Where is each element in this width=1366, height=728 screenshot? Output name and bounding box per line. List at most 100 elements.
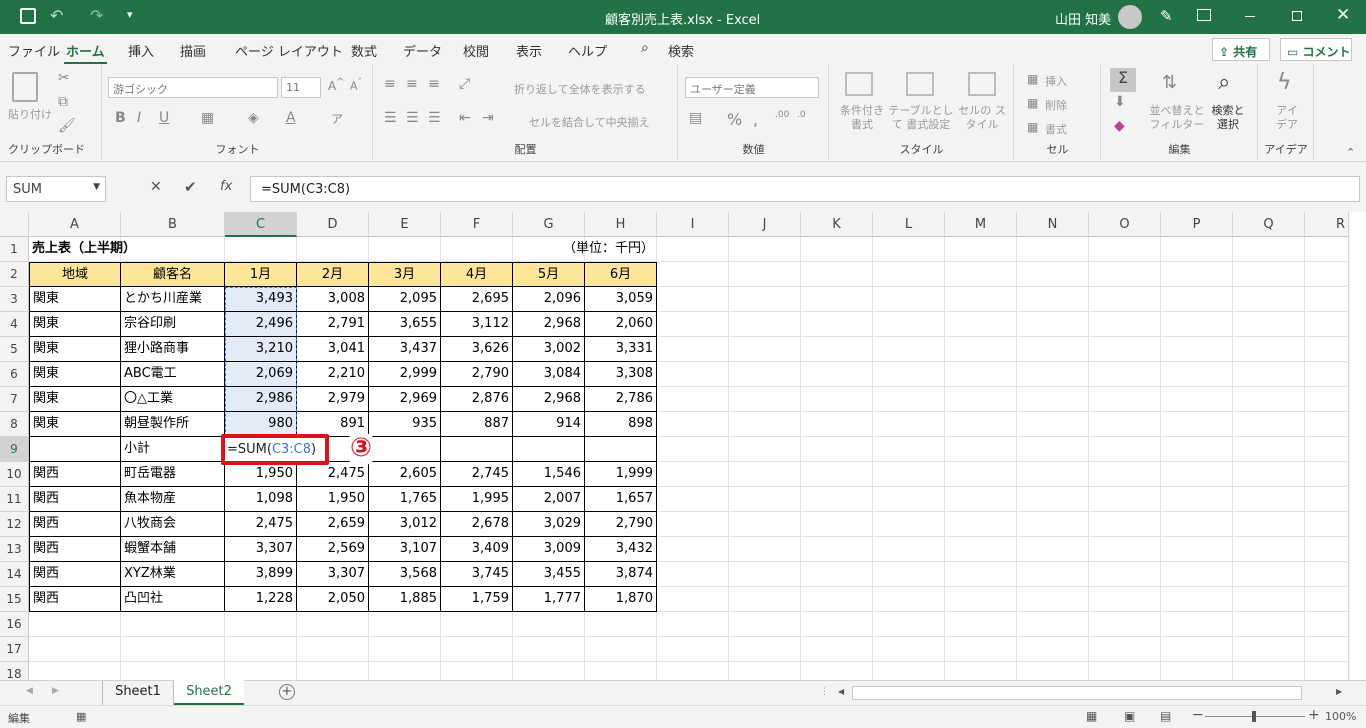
ideas-button[interactable]: アイ デア [1273,104,1301,132]
column-header-p[interactable]: P [1161,212,1233,237]
column-header-b[interactable]: B [121,212,225,237]
split-handle-icon[interactable]: ⋮ [820,687,829,697]
column-header-k[interactable]: K [801,212,873,237]
bold-icon[interactable]: B [115,110,126,126]
value-cell[interactable]: 1,228 [225,587,297,612]
find-select-icon[interactable]: ⌕ [1218,70,1230,95]
value-cell[interactable]: 2,790 [441,362,513,387]
value-cell[interactable]: 1,765 [369,487,441,512]
value-cell[interactable]: 3,059 [585,287,657,312]
customer-cell[interactable]: 魚本物産 [121,487,225,512]
customer-cell[interactable]: 蝦蟹本舗 [121,537,225,562]
fill-icon[interactable]: ⬇ [1114,94,1126,110]
value-cell[interactable]: 2,790 [585,512,657,537]
zoom-level[interactable]: 100% [1325,710,1356,723]
value-cell[interactable]: 3,432 [585,537,657,562]
zoom-out-icon[interactable]: − [1192,707,1204,723]
column-header-i[interactable]: I [657,212,729,237]
region-cell[interactable]: 関西 [29,537,121,562]
value-cell[interactable]: 3,307 [297,562,369,587]
column-header-g[interactable]: G [513,212,585,237]
value-cell[interactable]: 3,041 [297,337,369,362]
wrap-text-button[interactable]: 折り返して全体を表示する [514,81,646,97]
value-cell[interactable]: 2,999 [369,362,441,387]
value-cell[interactable]: 1,759 [441,587,513,612]
row-header-17[interactable]: 17 [0,637,29,662]
customer-cell[interactable]: 町岳電器 [121,462,225,487]
value-cell[interactable]: 3,112 [441,312,513,337]
value-cell[interactable]: 2,496 [225,312,297,337]
format-as-table-button[interactable]: テーブルとして 書式設定 [886,104,956,132]
insert-cells-button[interactable]: 挿入 [1045,73,1067,89]
value-cell[interactable]: 2,678 [441,512,513,537]
column-header-l[interactable]: L [873,212,945,237]
value-cell[interactable]: 3,409 [441,537,513,562]
value-cell[interactable]: 2,050 [297,587,369,612]
customer-cell[interactable]: 狸小路商事 [121,337,225,362]
region-cell[interactable]: 関西 [29,587,121,612]
format-as-table-icon[interactable] [906,72,934,96]
value-cell[interactable]: 935 [369,412,441,437]
value-cell[interactable]: 3,568 [369,562,441,587]
phonetic-icon[interactable]: ア [331,110,343,127]
value-cell[interactable]: 1,657 [585,487,657,512]
value-cell[interactable]: 914 [513,412,585,437]
tab-home[interactable]: ホーム [64,41,107,65]
region-cell[interactable]: 関東 [29,312,121,337]
value-cell[interactable]: 3,002 [513,337,585,362]
zoom-in-icon[interactable]: + [1308,707,1320,723]
customize-qat-icon[interactable]: ▾ [127,8,133,21]
value-cell[interactable]: 2,968 [513,387,585,412]
value-cell[interactable]: 3,308 [585,362,657,387]
row-header-11[interactable]: 11 [0,487,29,512]
align-right-icon[interactable]: ☰ [428,110,441,126]
value-cell[interactable]: 3,745 [441,562,513,587]
row-header-10[interactable]: 10 [0,462,29,487]
value-cell[interactable]: 3,008 [297,287,369,312]
format-cells-button[interactable]: 書式 [1045,121,1067,137]
value-cell[interactable]: 898 [585,412,657,437]
name-box[interactable]: SUM ▼ [6,176,106,202]
insert-function-icon[interactable]: fx [220,179,232,194]
customer-cell[interactable]: とかち川産業 [121,287,225,312]
region-cell[interactable]: 関東 [29,337,121,362]
value-cell[interactable]: 3,012 [369,512,441,537]
font-name-dropdown[interactable]: 游ゴシック [108,77,278,98]
region-cell[interactable]: 関東 [29,287,121,312]
page-break-view-icon[interactable]: ▤ [1160,709,1171,723]
copy-icon[interactable]: ⧉ [58,94,68,110]
ideas-icon[interactable]: ϟ [1277,70,1292,95]
value-cell[interactable]: 3,009 [513,537,585,562]
value-cell[interactable]: 2,069 [225,362,297,387]
close-icon[interactable]: ✕ [1336,5,1350,25]
value-cell[interactable]: 2,060 [585,312,657,337]
value-cell[interactable]: 3,029 [513,512,585,537]
clear-icon[interactable]: ◆ [1114,118,1125,134]
row-header-4[interactable]: 4 [0,312,29,337]
border-icon[interactable]: ▦ [201,110,214,126]
region-cell[interactable]: 関西 [29,462,121,487]
hscroll-left-icon[interactable]: ◀ [838,687,844,696]
cell-styles-icon[interactable] [968,72,996,96]
value-cell[interactable]: 1,546 [513,462,585,487]
tab-help[interactable]: ヘルプ [568,41,607,60]
value-cell[interactable]: 2,986 [225,387,297,412]
page-layout-view-icon[interactable]: ▣ [1124,709,1135,723]
row-header-15[interactable]: 15 [0,587,29,612]
zoom-slider-thumb[interactable] [1252,711,1256,722]
row-header-9[interactable]: 9 [0,437,29,462]
align-top-icon[interactable]: ≡ [384,76,396,92]
value-cell[interactable]: 3,455 [513,562,585,587]
underline-icon[interactable]: U [159,110,169,126]
worksheet-grid[interactable]: A B C D E F G H I J K L M N O P Q R 1 2 3 4 5 6 7 8 9 10 11 12 13 14 15 1… [0,212,1350,680]
value-cell[interactable]: 2,095 [369,287,441,312]
sort-filter-icon[interactable]: ⇅ [1162,72,1177,93]
tab-draw[interactable]: 描画 [180,41,206,60]
value-cell[interactable]: 3,307 [225,537,297,562]
value-cell[interactable]: 2,876 [441,387,513,412]
value-cell[interactable]: 3,210 [225,337,297,362]
value-cell[interactable]: 2,969 [369,387,441,412]
customer-cell[interactable]: ABC電工 [121,362,225,387]
cell-styles-button[interactable]: セルの スタイル [956,104,1008,132]
font-size-dropdown[interactable]: 11 [281,77,321,98]
